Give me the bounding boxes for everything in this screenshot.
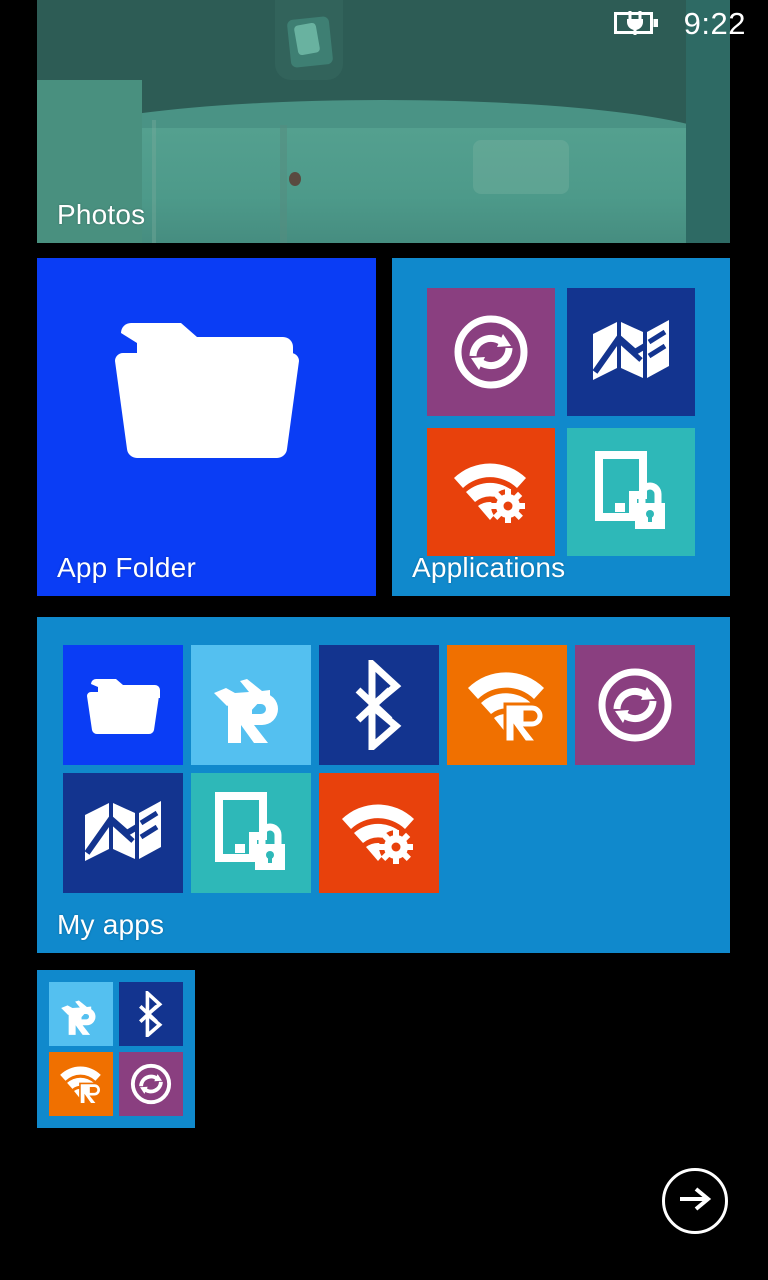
empty-slot	[447, 773, 567, 893]
device-lock-icon[interactable]	[191, 773, 311, 893]
sync-icon[interactable]	[119, 1052, 183, 1116]
applications-icon-grid	[427, 288, 695, 556]
tile-photos-label: Photos	[57, 199, 145, 231]
tile-applications[interactable]: Applications	[392, 258, 730, 596]
tile-applications-label: Applications	[412, 552, 565, 584]
clock: 9:22	[684, 8, 746, 39]
battery-charging-icon	[614, 9, 660, 37]
app-list-button[interactable]	[662, 1168, 728, 1234]
bluetooth-icon[interactable]	[119, 982, 183, 1046]
wifi-r-icon[interactable]	[49, 1052, 113, 1116]
empty-slot	[575, 773, 695, 893]
wifi-r-icon[interactable]	[447, 645, 567, 765]
status-bar: 9:22	[0, 0, 768, 46]
my-apps-icon-grid	[63, 645, 695, 893]
tile-quick-toggles[interactable]	[37, 970, 195, 1128]
wifi-settings-icon[interactable]	[319, 773, 439, 893]
bluetooth-icon[interactable]	[319, 645, 439, 765]
tile-my-apps-label: My apps	[57, 909, 164, 941]
tile-app-folder-label: App Folder	[57, 552, 196, 584]
home-screen: 9:22 Photos App Folder	[0, 0, 768, 1280]
sync-icon[interactable]	[427, 288, 555, 416]
wifi-settings-icon[interactable]	[427, 428, 555, 556]
folder-icon	[111, 315, 303, 465]
map-icon[interactable]	[63, 773, 183, 893]
arrow-right-icon	[678, 1185, 712, 1218]
tile-my-apps[interactable]: My apps	[37, 617, 730, 953]
device-lock-icon[interactable]	[567, 428, 695, 556]
airplane-mode-r-icon[interactable]	[49, 982, 113, 1046]
folder-icon[interactable]	[63, 645, 183, 765]
quick-toggles-icon-grid	[49, 982, 183, 1116]
airplane-mode-r-icon[interactable]	[191, 645, 311, 765]
tile-app-folder[interactable]: App Folder	[37, 258, 376, 596]
sync-icon[interactable]	[575, 645, 695, 765]
map-icon[interactable]	[567, 288, 695, 416]
